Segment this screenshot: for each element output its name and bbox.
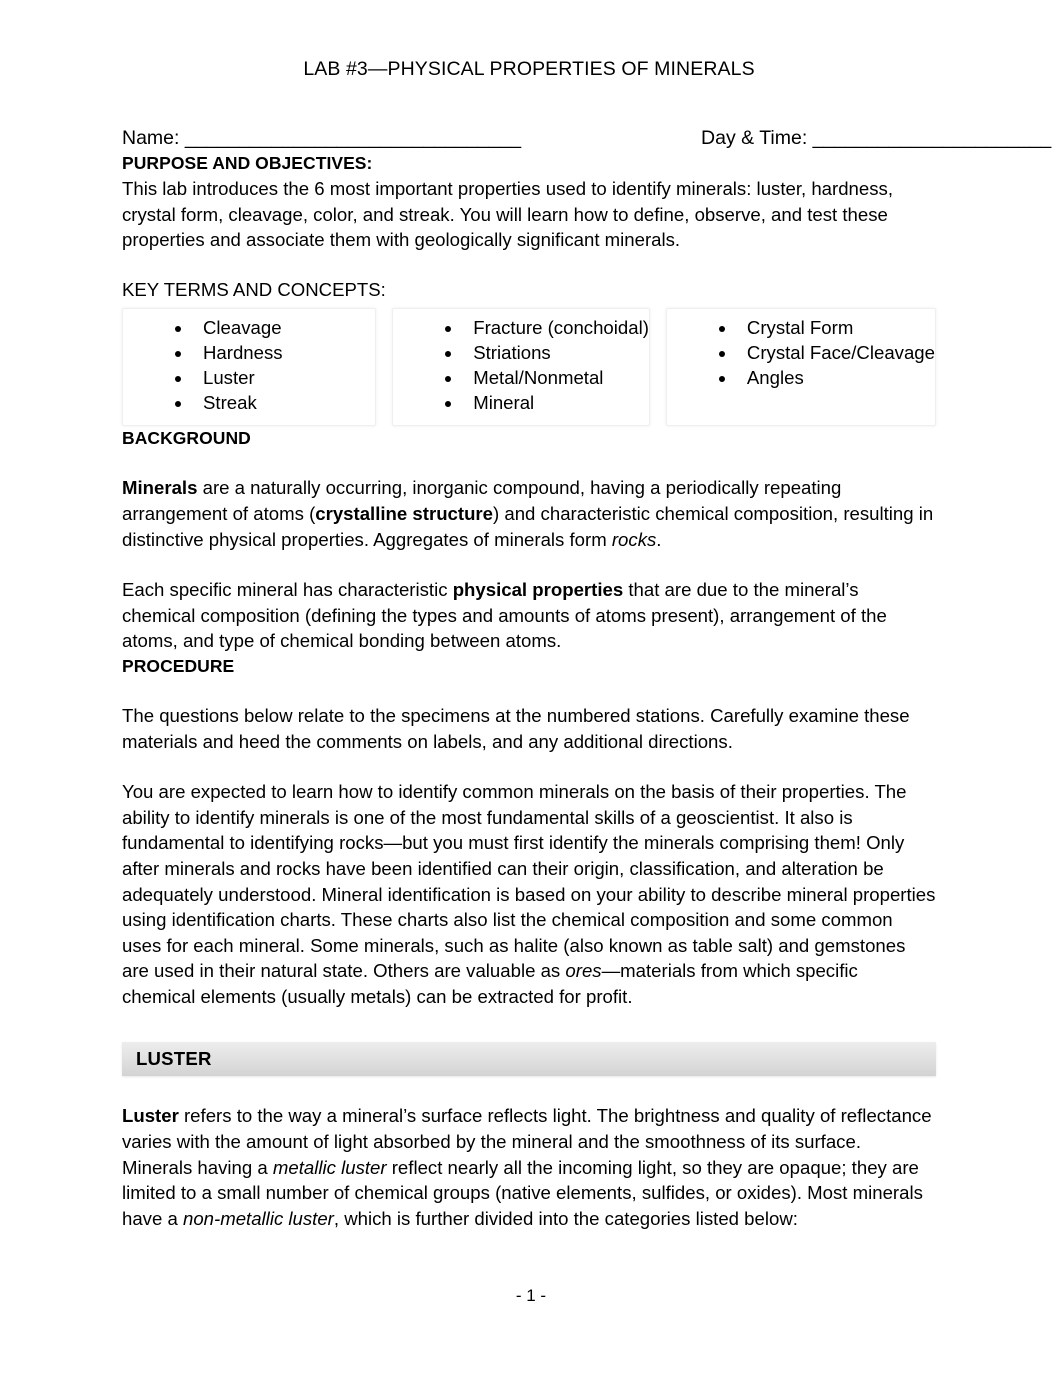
list-item: Striations	[445, 340, 649, 365]
italic-non-metallic-luster: non-metallic luster	[183, 1207, 334, 1229]
key-terms-list-2: Fracture (conchoidal) Striations Metal/N…	[393, 315, 649, 415]
list-item: Crystal Form	[718, 315, 935, 340]
day-time-field[interactable]: Day & Time: ______________________	[701, 125, 1051, 151]
italic-rocks: rocks	[611, 528, 657, 550]
list-item: Luster	[175, 365, 375, 390]
text-run: .	[656, 528, 662, 550]
bold-physical-properties: physical properties	[452, 579, 624, 601]
page-content: LAB #3—PHYSICAL PROPERTIES OF MINERALS N…	[122, 0, 1051, 1231]
bold-luster: Luster	[122, 1105, 179, 1127]
list-item: Hardness	[175, 340, 375, 365]
italic-metallic-luster: metallic luster	[272, 1156, 387, 1178]
list-item: Fracture (conchoidal)	[445, 315, 649, 340]
name-field[interactable]: Name: _______________________________	[122, 125, 521, 151]
bold-crystalline-structure: crystalline structure	[315, 502, 494, 524]
key-terms-heading: KEY TERMS AND CONCEPTS:	[122, 278, 386, 300]
purpose-paragraph: This lab introduces the 6 most important…	[122, 178, 893, 251]
key-terms-column-2: Fracture (conchoidal) Striations Metal/N…	[392, 308, 650, 427]
text-run: You are expected to learn how to identif…	[122, 781, 936, 982]
procedure-paragraph-2: You are expected to learn how to identif…	[122, 779, 936, 1009]
luster-band-title: LUSTER	[136, 1048, 212, 1070]
header-fields-row: Name: _______________________________ Da…	[122, 125, 1051, 151]
page-footer: - 1 -	[515, 1286, 547, 1305]
luster-paragraph: Luster refers to the way a mineral’s sur…	[122, 1103, 936, 1231]
italic-ores: ores	[565, 960, 602, 982]
luster-section-band: LUSTER	[122, 1042, 936, 1077]
key-terms-list-1: Cleavage Hardness Luster Streak	[123, 315, 375, 415]
list-item: Crystal Face/Cleavage	[718, 340, 935, 365]
background-paragraph-1: Minerals are a naturally occurring, inor…	[122, 475, 936, 552]
purpose-heading: PURPOSE AND OBJECTIVES:	[122, 153, 373, 173]
document-title: LAB #3—PHYSICAL PROPERTIES OF MINERALS	[303, 58, 755, 80]
background-paragraph-2: Each specific mineral has characteristic…	[122, 577, 936, 654]
list-item: Cleavage	[175, 315, 375, 340]
procedure-paragraph-1: The questions below relate to the specim…	[122, 704, 910, 752]
procedure-heading: PROCEDURE	[122, 655, 235, 676]
key-terms-column-3: Crystal Form Crystal Face/Cleavage Angle…	[665, 308, 936, 427]
key-terms-list-3: Crystal Form Crystal Face/Cleavage Angle…	[667, 315, 935, 390]
key-terms-table: Cleavage Hardness Luster Streak Fracture…	[122, 308, 936, 427]
list-item: Angles	[718, 365, 935, 390]
list-item: Streak	[175, 390, 375, 415]
key-terms-column-1: Cleavage Hardness Luster Streak	[122, 308, 377, 427]
document-page: LAB #3—PHYSICAL PROPERTIES OF MINERALS N…	[0, 0, 1062, 1377]
list-item: Metal/Nonmetal	[445, 365, 649, 390]
background-heading: BACKGROUND	[122, 428, 251, 449]
text-run: , which is further divided into the cate…	[333, 1207, 798, 1229]
bold-minerals: Minerals	[122, 477, 198, 499]
text-run: Each specific mineral has characteristic	[122, 579, 453, 601]
list-item: Mineral	[445, 390, 649, 415]
